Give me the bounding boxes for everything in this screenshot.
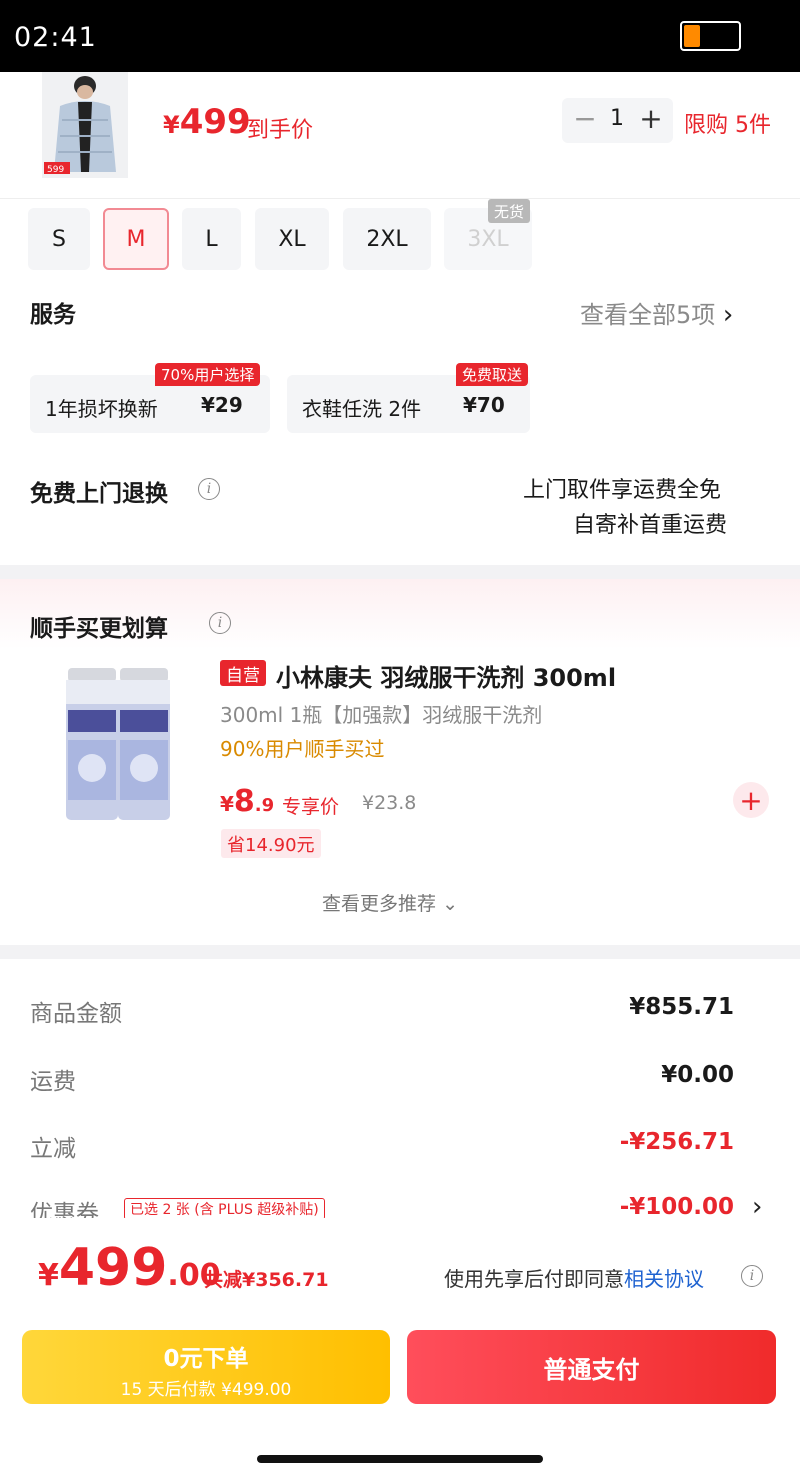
self-operated-badge: 自营 bbox=[220, 660, 266, 686]
service-price: ¥70 bbox=[463, 393, 505, 417]
agreement-text: 使用先享后付即同意相关协议 bbox=[444, 1267, 704, 1291]
recommend-title: 顺手买更划算 bbox=[30, 616, 168, 642]
size-option-xl[interactable]: XL bbox=[255, 208, 329, 270]
recommend-product-image[interactable] bbox=[38, 660, 198, 825]
normal-pay-button[interactable]: 普通支付 bbox=[407, 1330, 776, 1404]
chevron-right-icon: › bbox=[722, 300, 734, 330]
goods-amount-value: ¥855.71 bbox=[629, 994, 734, 1020]
recommend-product-spec: 300ml 1瓶【加强款】羽绒服干洗剂 bbox=[220, 703, 543, 727]
shipping-value: ¥0.00 bbox=[661, 1062, 734, 1088]
total-price: ¥499.00 bbox=[38, 1238, 221, 1298]
service-name: 衣鞋任洗 2件 bbox=[302, 397, 422, 421]
free-return-line1: 上门取件享运费全免 bbox=[523, 478, 722, 503]
service-title: 服务 bbox=[30, 302, 76, 328]
final-price-label: 到手价 bbox=[247, 118, 314, 143]
product-thumbnail[interactable]: 599 bbox=[42, 72, 128, 178]
discount-label: 立减 bbox=[30, 1136, 76, 1162]
service-badge: 免费取送 bbox=[456, 363, 529, 386]
add-recommend-button[interactable]: + bbox=[733, 782, 769, 818]
recommend-bought-rate: 90%用户顺手买过 bbox=[220, 737, 385, 761]
service-badge: 70%用户选择 bbox=[155, 363, 261, 386]
recommend-price: ¥8.9 bbox=[220, 784, 275, 819]
increase-button[interactable]: + bbox=[638, 102, 664, 135]
coupon-value[interactable]: -¥100.00 bbox=[620, 1194, 734, 1220]
shipping-label: 运费 bbox=[30, 1069, 76, 1095]
service-view-all[interactable]: 查看全部5项 › bbox=[580, 295, 733, 330]
quantity-stepper: − 1 + bbox=[562, 98, 673, 143]
recommend-price-label: 专享价 bbox=[282, 796, 340, 818]
pay-later-title: 0元下单 bbox=[163, 1346, 249, 1372]
goods-amount-label: 商品金额 bbox=[30, 1001, 122, 1027]
view-more-recommend[interactable]: 查看更多推荐 ⌄ bbox=[322, 889, 458, 916]
pay-later-subtitle: 15 天后付款 ¥499.00 bbox=[120, 1380, 292, 1400]
size-option-s[interactable]: S bbox=[28, 208, 90, 270]
no-stock-badge: 无货 bbox=[488, 199, 530, 223]
size-option-2xl[interactable]: 2XL bbox=[343, 208, 431, 270]
size-option-l[interactable]: L bbox=[182, 208, 241, 270]
agreement-link[interactable]: 相关协议 bbox=[624, 1267, 704, 1291]
status-time: 02:41 bbox=[14, 22, 97, 53]
size-option-m[interactable]: M bbox=[103, 208, 169, 270]
home-indicator[interactable] bbox=[257, 1455, 543, 1463]
service-price: ¥29 bbox=[201, 393, 243, 417]
final-price: ¥499 bbox=[163, 102, 251, 142]
divider bbox=[0, 198, 800, 199]
section-gap bbox=[0, 945, 800, 959]
battery-icon bbox=[680, 21, 741, 51]
info-icon[interactable]: i bbox=[741, 1265, 763, 1287]
service-name: 1年损坏换新 bbox=[45, 397, 158, 421]
pay-later-button[interactable]: 0元下单 15 天后付款 ¥499.00 bbox=[22, 1330, 390, 1404]
recommend-original-price: ¥23.8 bbox=[362, 792, 417, 814]
recommend-product-name[interactable]: 小林康夫 羽绒服干洗剂 300ml bbox=[276, 658, 616, 693]
free-return-title: 免费上门退换 bbox=[30, 481, 168, 507]
quantity-value[interactable]: 1 bbox=[606, 106, 628, 131]
discount-value: -¥256.71 bbox=[619, 1129, 734, 1155]
recommend-save-badge: 省14.90元 bbox=[221, 829, 321, 858]
decrease-button[interactable]: − bbox=[572, 102, 598, 135]
info-icon[interactable]: i bbox=[209, 612, 231, 634]
info-icon[interactable]: i bbox=[198, 478, 220, 500]
purchase-limit: 限购 5件 bbox=[684, 113, 771, 138]
chevron-down-icon: ⌄ bbox=[442, 893, 458, 915]
section-gap bbox=[0, 565, 800, 579]
svg-text:599: 599 bbox=[47, 165, 64, 175]
total-savings: 共减¥356.71 bbox=[204, 1269, 329, 1291]
free-return-line2: 自寄补首重运费 bbox=[573, 513, 728, 538]
coupon-selected-tag[interactable]: 已选 2 张 (含 PLUS 超级补贴) bbox=[124, 1198, 325, 1220]
